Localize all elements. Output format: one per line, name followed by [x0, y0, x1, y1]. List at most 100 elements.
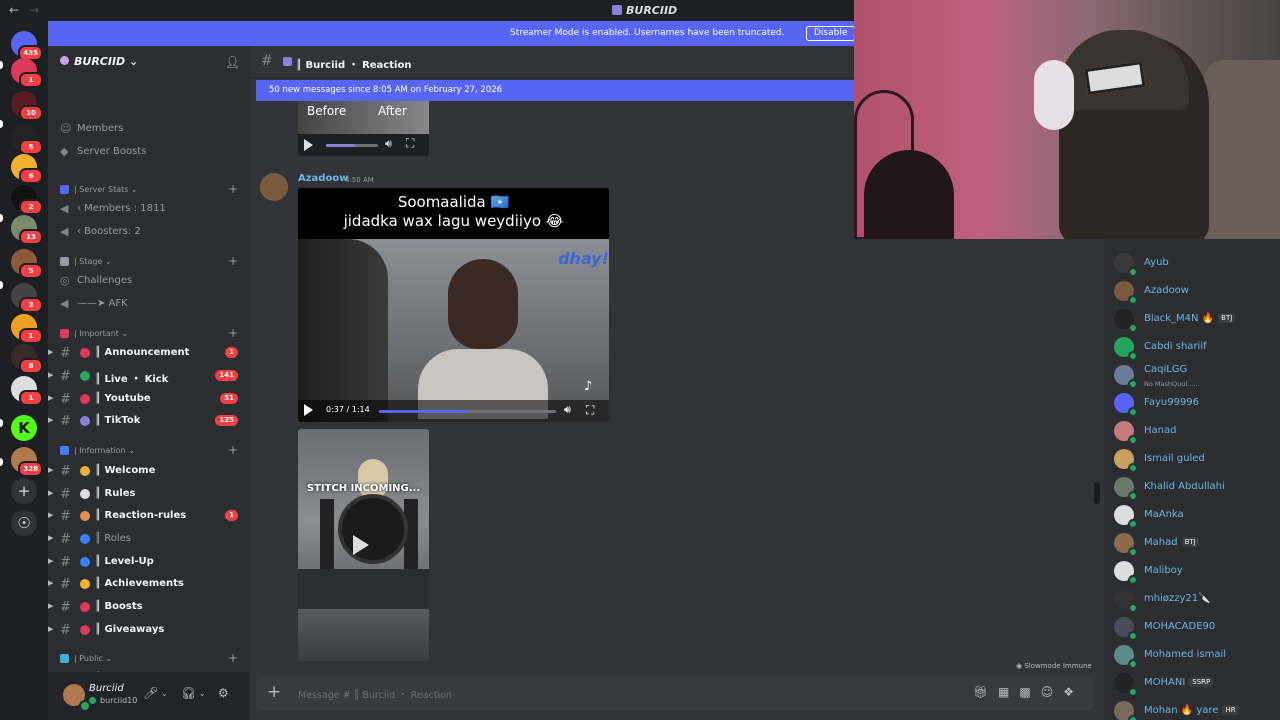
video-attachment-top[interactable]: Before After 🔊︎ ⛶	[298, 96, 429, 156]
message-input[interactable]: Message # ║ Burciid ・ Reaction	[298, 687, 452, 701]
channel-item[interactable]: ▶ # ║ Roles	[48, 528, 250, 550]
disable-button[interactable]: Disable	[806, 26, 856, 41]
back-icon[interactable]: ←	[9, 3, 19, 17]
server-icon[interactable]: 3	[11, 283, 43, 313]
expand-arrow-icon[interactable]: ▶	[48, 371, 53, 379]
member-item[interactable]: Ayub	[1114, 249, 1280, 277]
category-header[interactable]: | Important ⌄ +	[48, 325, 250, 343]
sticker-icon[interactable]: ▩	[1019, 685, 1040, 699]
create-channel-plus-icon[interactable]: +	[228, 651, 238, 665]
sidebar-link[interactable]: ☺ Members	[48, 118, 250, 140]
message-author[interactable]: Azadoow	[298, 173, 348, 184]
audio-options-chevron-icon[interactable]: ⌄	[199, 689, 206, 698]
member-item[interactable]: Hanad	[1114, 417, 1280, 445]
avatar[interactable]	[260, 173, 288, 201]
channel-item[interactable]: ▶ # ║ Reaction-rules 1	[48, 505, 250, 527]
channel-item[interactable]: ▶ # ║ Boosts	[48, 596, 250, 618]
volume-icon[interactable]: 🔊︎	[385, 137, 392, 151]
member-item[interactable]: Ismail guled	[1114, 445, 1280, 473]
member-item[interactable]: MaAnka	[1114, 501, 1280, 529]
expand-arrow-icon[interactable]: ▶	[48, 602, 53, 610]
category-header[interactable]: | Stage ⌄ +	[48, 253, 250, 271]
server-icon[interactable]: 435	[11, 31, 43, 61]
guild-name[interactable]: BURCIID ⌄	[60, 55, 138, 68]
volume-icon[interactable]: 🔊︎	[564, 403, 571, 417]
member-item[interactable]: Cabdi shariif	[1114, 333, 1280, 361]
gift-icon[interactable]: 🎁︎	[973, 685, 998, 699]
member-item[interactable]: Khalid Abdullahi	[1114, 473, 1280, 501]
server-icon[interactable]: 5	[11, 125, 43, 155]
sidebar-link[interactable]: ◎ Challenges	[48, 270, 250, 292]
channel-item[interactable]: ▶ # ║ Announcement 1	[48, 342, 250, 364]
play-icon[interactable]	[353, 535, 369, 555]
play-icon[interactable]	[304, 139, 313, 151]
video-attachment[interactable]: STITCH INCOMING...	[298, 429, 429, 661]
channel-item[interactable]: ▶ # ║ Youtube 51	[48, 388, 250, 410]
server-icon[interactable]: 5	[11, 249, 43, 279]
expand-arrow-icon[interactable]: ▶	[48, 394, 53, 402]
member-item[interactable]: Mahad BTJ	[1114, 529, 1280, 557]
channel-item[interactable]: ▶ # ║ TikTok 125	[48, 410, 250, 432]
member-item[interactable]: MOHACADE90	[1114, 613, 1280, 641]
channel-item[interactable]: ▶ # ║ Rules	[48, 483, 250, 505]
server-icon[interactable]: K	[11, 415, 37, 441]
guild-header[interactable]: BURCIID ⌄ 👤︎	[48, 46, 250, 78]
emoji-icon[interactable]: ☺	[1041, 685, 1064, 699]
expand-arrow-icon[interactable]: ▶	[48, 489, 53, 497]
category-header[interactable]: | Information ⌄ +	[48, 442, 250, 460]
play-icon[interactable]	[304, 404, 313, 416]
channel-item[interactable]: ▶ # ║ Live ・ Kick 141	[48, 365, 250, 387]
expand-arrow-icon[interactable]: ▶	[48, 557, 53, 565]
microphone-icon[interactable]: 🎤︎	[143, 686, 158, 700]
user-display-name[interactable]: Burciid	[89, 683, 124, 694]
discover-compass-icon[interactable]: ☉	[11, 510, 37, 536]
member-item[interactable]: MOHANI SSRP	[1114, 669, 1280, 697]
expand-arrow-icon[interactable]: ▶	[48, 511, 53, 519]
server-icon[interactable]: 1	[11, 376, 43, 406]
attach-plus-icon[interactable]: +	[267, 682, 281, 702]
gif-icon[interactable]: ▦	[998, 685, 1019, 699]
expand-arrow-icon[interactable]: ▶	[48, 625, 53, 633]
server-icon[interactable]: 2	[11, 185, 43, 215]
member-item[interactable]: Mohan 🔥 yare HR	[1114, 697, 1280, 720]
server-icon[interactable]: 1	[11, 314, 43, 344]
server-icon[interactable]: 13	[11, 215, 43, 245]
channel-item[interactable]: ▶ # ║ Achievements	[48, 573, 250, 595]
expand-arrow-icon[interactable]: ▶	[48, 579, 53, 587]
forward-icon[interactable]: →	[29, 3, 39, 17]
settings-gear-icon[interactable]: ⚙	[218, 686, 229, 700]
create-channel-plus-icon[interactable]: +	[228, 182, 238, 196]
create-channel-plus-icon[interactable]: +	[228, 254, 238, 268]
sidebar-link[interactable]: ◀ ‹ Members : 1811	[48, 198, 250, 220]
member-item[interactable]: CaqiLGG No MashQuul......	[1114, 361, 1280, 389]
channel-item[interactable]: ▶ # ║ Giveaways	[48, 619, 250, 641]
progress-bar[interactable]	[379, 410, 556, 413]
sidebar-link[interactable]: ◆ Server Boosts	[48, 141, 250, 163]
invite-people-icon[interactable]: 👤︎	[225, 55, 240, 69]
mic-options-chevron-icon[interactable]: ⌄	[161, 689, 168, 698]
member-item[interactable]: Azadoow	[1114, 277, 1280, 305]
category-header[interactable]: | Public ⌄ +	[48, 650, 250, 668]
sidebar-link[interactable]: ◀ ‹ Boosters: 2	[48, 221, 250, 243]
scrollbar-thumb[interactable]	[1094, 482, 1100, 504]
video-attachment[interactable]: Soomaalida 🇸🇴 jidadka wax lagu weydiiyo …	[298, 188, 609, 422]
expand-arrow-icon[interactable]: ▶	[48, 348, 53, 356]
headphones-icon[interactable]: 🎧︎	[181, 686, 196, 700]
server-icon[interactable]: 6	[11, 154, 43, 184]
progress-bar[interactable]	[326, 144, 378, 147]
server-icon[interactable]: 328	[11, 447, 43, 477]
fullscreen-icon[interactable]: ⛶	[586, 403, 594, 418]
server-icon[interactable]: 8	[11, 344, 43, 374]
create-channel-plus-icon[interactable]: +	[228, 326, 238, 340]
sidebar-link[interactable]: ◀ ——➤ AFK	[48, 293, 250, 315]
add-server-plus-icon[interactable]: +	[11, 478, 37, 504]
expand-arrow-icon[interactable]: ▶	[48, 466, 53, 474]
fullscreen-icon[interactable]: ⛶	[406, 136, 414, 151]
member-item[interactable]: Maliboy	[1114, 557, 1280, 585]
member-item[interactable]: mhiøzzy21🔪	[1114, 585, 1280, 613]
channel-item[interactable]: ▶ # ║ Welcome	[48, 460, 250, 482]
server-icon[interactable]: 10	[11, 91, 43, 121]
message-composer[interactable]: + Message # ║ Burciid ・ Reaction 🎁︎▦▩☺❖	[256, 676, 1094, 710]
category-header[interactable]: | Server Stats ⌄ +	[48, 181, 250, 199]
member-item[interactable]: Black_M4N 🔥 BTJ	[1114, 305, 1280, 333]
